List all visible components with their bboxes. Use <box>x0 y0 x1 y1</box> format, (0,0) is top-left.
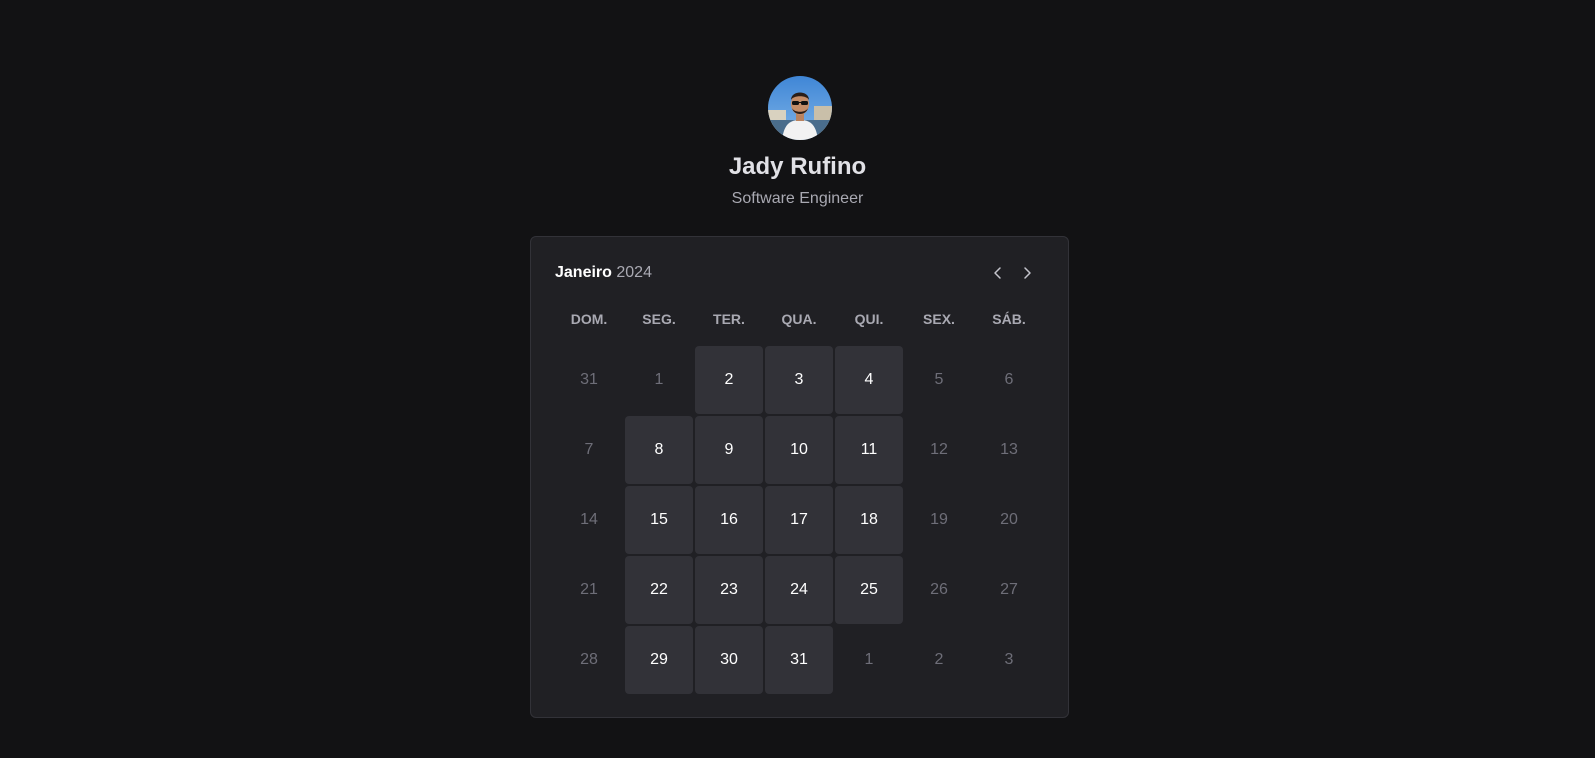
calendar-day-disabled: 20 <box>1000 511 1018 528</box>
weekday-label: SEX. <box>923 311 955 327</box>
calendar-day-available[interactable]: 15 <box>625 486 693 554</box>
weekday-label: SEG. <box>642 311 676 327</box>
calendar-day-available[interactable]: 30 <box>695 626 763 694</box>
profile-role: Software Engineer <box>731 190 864 207</box>
calendar-day-available[interactable]: 3 <box>765 346 833 414</box>
calendar-day-disabled: 7 <box>584 441 594 458</box>
weekday-label: SÁB. <box>992 311 1026 327</box>
calendar-day-disabled: 14 <box>580 511 598 528</box>
weekday-label: TER. <box>713 311 745 327</box>
calendar-day-disabled: 19 <box>930 511 948 528</box>
calendar-day-disabled: 1 <box>654 371 664 388</box>
calendar-day-available[interactable]: 18 <box>835 486 903 554</box>
calendar-day-disabled: 28 <box>580 651 598 668</box>
calendar-day-disabled: 5 <box>934 371 944 388</box>
calendar-day-disabled: 3 <box>1004 651 1014 668</box>
calendar-day-available[interactable]: 9 <box>695 416 763 484</box>
calendar-day-available[interactable]: 4 <box>835 346 903 414</box>
calendar-day-disabled: 26 <box>930 581 948 598</box>
calendar-day-disabled: 31 <box>580 371 598 388</box>
calendar-day-disabled: 27 <box>1000 581 1018 598</box>
calendar-days-grid: 31 1 2 3 4 5 6 7 8 9 10 11 12 13 14 15 16 17 18 19 20 21 22 23 2… <box>555 346 1043 694</box>
calendar: Janeiro 2024 DOM. SEG. TER. QUA. QUI. SEX. SÁB… <box>530 236 1069 718</box>
calendar-day-disabled: 13 <box>1000 441 1018 458</box>
profile-name: Jady Rufino <box>728 153 867 180</box>
calendar-day-available[interactable]: 11 <box>835 416 903 484</box>
calendar-day-available[interactable]: 16 <box>695 486 763 554</box>
avatar <box>768 76 832 140</box>
calendar-day-disabled: 1 <box>864 651 874 668</box>
calendar-day-available[interactable]: 31 <box>765 626 833 694</box>
calendar-day-available[interactable]: 2 <box>695 346 763 414</box>
calendar-year: 2024 <box>616 264 652 281</box>
previous-month-button[interactable] <box>986 261 1010 285</box>
calendar-day-disabled: 2 <box>934 651 944 668</box>
calendar-day-available[interactable]: 25 <box>835 556 903 624</box>
calendar-month: Janeiro <box>555 264 612 281</box>
weekday-label: DOM. <box>570 311 608 327</box>
calendar-day-available[interactable]: 29 <box>625 626 693 694</box>
calendar-title: Janeiro 2024 <box>555 263 652 283</box>
calendar-day-available[interactable]: 10 <box>765 416 833 484</box>
chevron-left-icon <box>994 267 1001 279</box>
calendar-day-available[interactable]: 17 <box>765 486 833 554</box>
avatar-photo <box>768 76 832 140</box>
calendar-day-disabled: 12 <box>930 441 948 458</box>
calendar-day-available[interactable]: 22 <box>625 556 693 624</box>
calendar-day-disabled: 21 <box>580 581 598 598</box>
chevron-right-icon <box>1024 267 1031 279</box>
calendar-day-available[interactable]: 23 <box>695 556 763 624</box>
calendar-day-available[interactable]: 24 <box>765 556 833 624</box>
weekday-header: DOM. SEG. TER. QUA. QUI. SEX. SÁB. <box>555 311 1043 327</box>
next-month-button[interactable] <box>1015 261 1039 285</box>
weekday-label: QUA. <box>781 311 817 327</box>
calendar-day-available[interactable]: 8 <box>625 416 693 484</box>
calendar-day-disabled: 6 <box>1004 371 1014 388</box>
weekday-label: QUI. <box>854 311 884 327</box>
